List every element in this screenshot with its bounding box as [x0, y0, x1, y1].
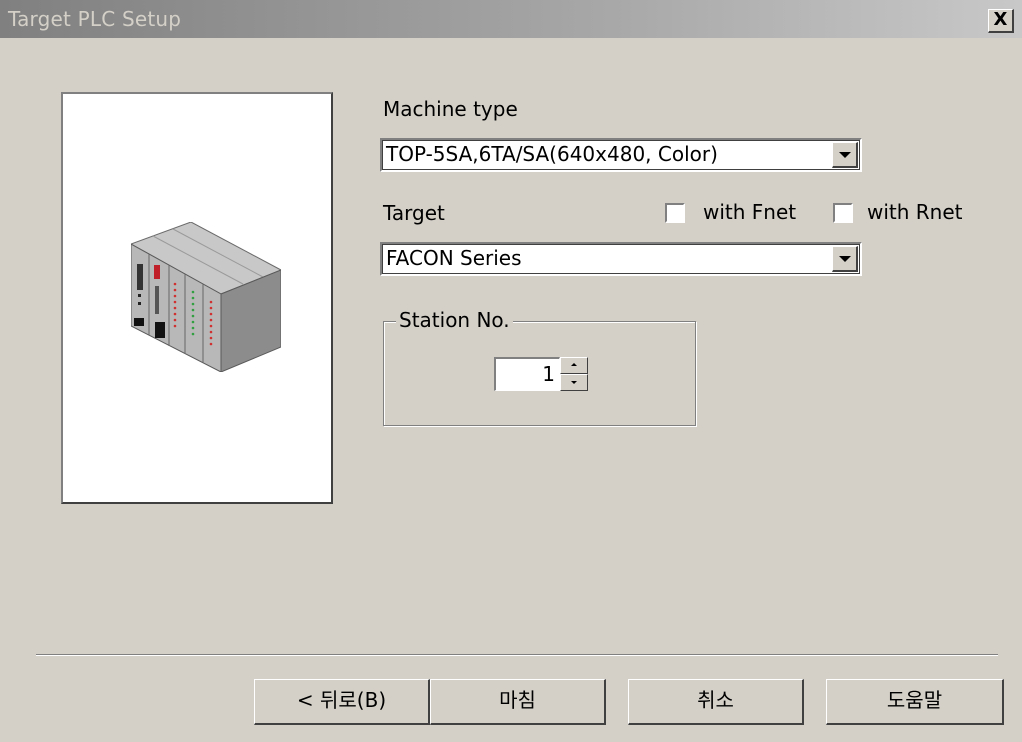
finish-button[interactable]: 마침 — [430, 679, 606, 725]
machine-type-value: TOP-5SA,6TA/SA(640x480, Color) — [386, 142, 718, 166]
with-rnet-label[interactable]: with Rnet — [867, 200, 963, 224]
plc-preview-frame — [61, 92, 333, 504]
target-select[interactable]: FACON Series — [380, 242, 862, 276]
machine-type-label: Machine type — [383, 97, 518, 121]
with-rnet-checkbox[interactable] — [833, 203, 853, 223]
help-button[interactable]: 도움말 — [826, 679, 1004, 725]
close-icon: X — [993, 9, 1008, 30]
plc-rack-icon — [131, 222, 281, 372]
cancel-button[interactable]: 취소 — [628, 679, 804, 725]
station-number-input[interactable]: 1 — [494, 357, 560, 391]
machine-type-select[interactable]: TOP-5SA,6TA/SA(640x480, Color) — [380, 138, 862, 172]
close-button[interactable]: X — [988, 9, 1014, 33]
back-button[interactable]: < 뒤로(B) — [254, 679, 430, 725]
with-fnet-label[interactable]: with Fnet — [703, 200, 796, 224]
chevron-down-icon[interactable] — [832, 246, 858, 272]
spin-up-icon[interactable] — [560, 357, 588, 374]
window-title: Target PLC Setup — [8, 7, 182, 31]
target-value: FACON Series — [386, 246, 522, 270]
target-label: Target — [383, 201, 445, 225]
with-fnet-checkbox[interactable] — [665, 203, 685, 223]
chevron-down-icon[interactable] — [832, 142, 858, 168]
station-legend: Station No. — [396, 308, 513, 332]
spin-down-icon[interactable] — [560, 374, 588, 391]
title-bar[interactable]: Target PLC Setup X — [0, 0, 1022, 38]
separator — [36, 654, 998, 656]
